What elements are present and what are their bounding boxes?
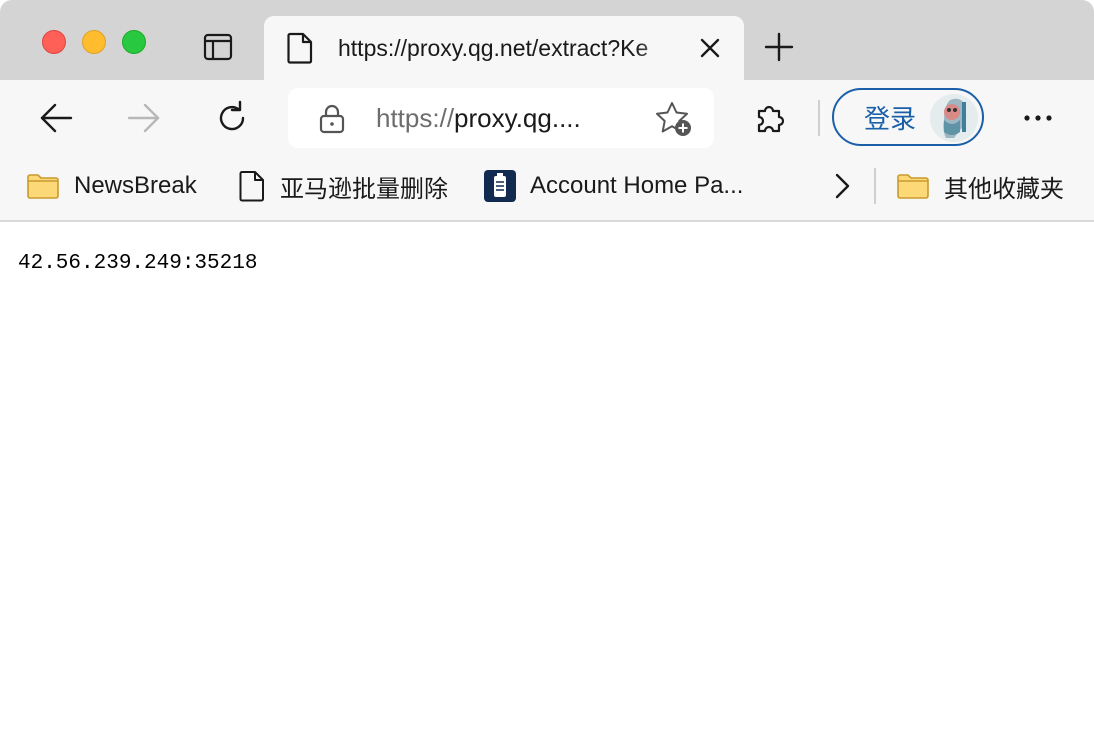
arrow-right-icon (127, 103, 160, 133)
lock-icon (319, 104, 345, 134)
bookmark-other-favorites[interactable]: 其他收藏夹 (896, 166, 1064, 206)
bookmark-amazon-batch-delete[interactable]: 亚马逊批量删除 (238, 166, 448, 206)
proxy-ip-text: 42.56.239.249:35218 (18, 252, 258, 275)
address-url: https://proxy.qg.... (376, 103, 636, 133)
puzzle-icon (757, 105, 785, 133)
refresh-icon (219, 100, 245, 131)
forward-button[interactable] (122, 96, 166, 140)
bookmarks-overflow-button[interactable] (830, 166, 854, 206)
window-maximize-button[interactable] (122, 30, 146, 54)
tab-actions-button[interactable] (196, 27, 240, 67)
bookmarks-bar: NewsBreak 亚马逊批量删除 Account Home Pa... 其他收… (0, 156, 1094, 222)
bookmarks-divider (874, 168, 876, 204)
login-button[interactable]: 登录 (832, 88, 984, 146)
bookmark-label: NewsBreak (74, 172, 197, 199)
page-icon (239, 171, 264, 202)
bookmark-account-home[interactable]: Account Home Pa... (484, 166, 743, 206)
bookmark-label: Account Home Pa... (530, 172, 744, 199)
more-button[interactable] (1016, 96, 1060, 140)
refresh-button[interactable] (210, 96, 254, 140)
close-icon (700, 38, 720, 58)
browser-window: https://proxy.qg.net/extract?Ke https://… (0, 0, 1094, 750)
more-icon (1024, 115, 1052, 121)
folder-icon (27, 174, 59, 199)
tab-strip: https://proxy.qg.net/extract?Ke (0, 0, 1094, 80)
url-host: proxy.qg.... (454, 103, 581, 133)
plus-icon (764, 32, 794, 62)
navigation-toolbar: https://proxy.qg.... 登录 (0, 80, 1094, 156)
toolbar-divider (818, 100, 820, 136)
back-button[interactable] (34, 96, 78, 140)
tab-title: https://proxy.qg.net/extract?Ke (338, 35, 649, 61)
folder-icon (897, 174, 929, 199)
star-add-icon[interactable] (654, 100, 694, 138)
arrow-left-icon (40, 103, 73, 133)
page-content: 42.56.239.249:35218 (0, 222, 1094, 750)
extensions-button[interactable] (748, 96, 792, 140)
tab-close-button[interactable] (696, 34, 724, 62)
page-icon (287, 32, 313, 64)
bookmark-newsbreak[interactable]: NewsBreak (26, 166, 197, 206)
bookmark-label: 其他收藏夹 (944, 175, 1064, 203)
active-tab[interactable]: https://proxy.qg.net/extract?Ke (264, 16, 744, 80)
new-tab-button[interactable] (760, 28, 798, 66)
window-minimize-button[interactable] (82, 30, 106, 54)
chevron-right-icon (835, 173, 850, 199)
tab-actions-icon (203, 33, 233, 61)
login-label: 登录 (864, 104, 917, 134)
window-close-button[interactable] (42, 30, 66, 54)
avatar (930, 94, 978, 142)
bookmark-label: 亚马逊批量删除 (280, 175, 448, 203)
bookmark-favicon-icon (484, 170, 516, 202)
url-scheme: https:// (376, 103, 455, 133)
address-bar[interactable]: https://proxy.qg.... (288, 88, 714, 148)
